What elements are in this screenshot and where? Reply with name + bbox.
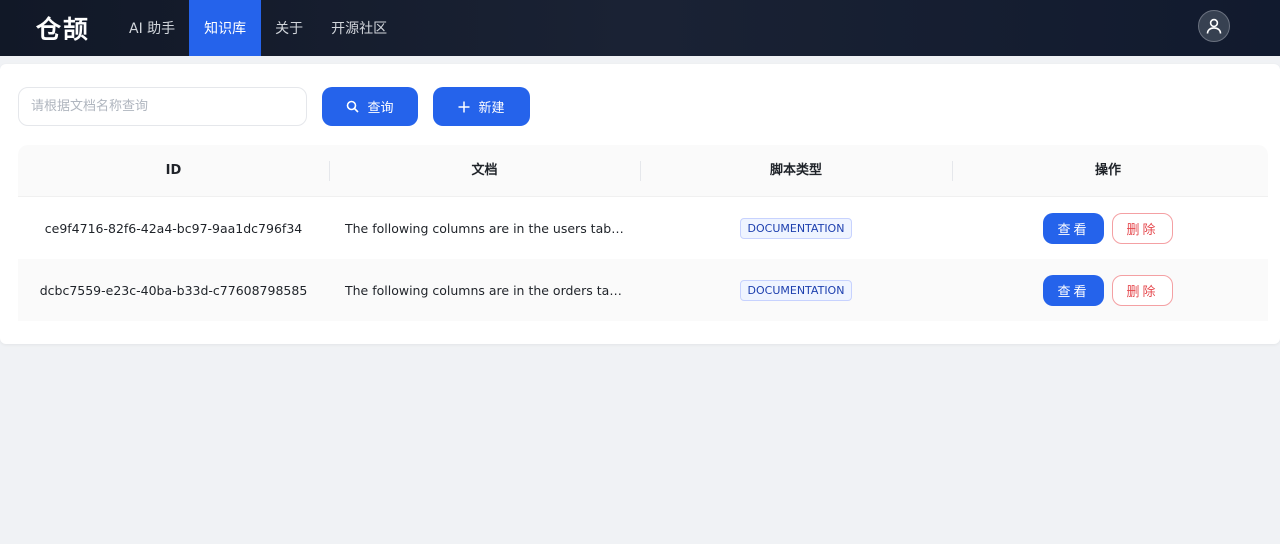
- query-button-label: 查询: [367, 101, 394, 116]
- nav-item-about[interactable]: 关于: [261, 0, 317, 56]
- user-avatar[interactable]: [1198, 10, 1230, 42]
- type-badge: DOCUMENTATION: [739, 279, 853, 301]
- query-button[interactable]: 查询: [322, 87, 418, 126]
- row-id: dcbc7559-e23c-40ba-b33d-c77608798585: [39, 282, 308, 298]
- delete-button[interactable]: 删除: [1112, 274, 1173, 306]
- top-navbar: 仓颉 AI 助手 知识库 关于 开源社区: [0, 0, 1280, 56]
- view-button[interactable]: 查看: [1043, 212, 1104, 244]
- documents-table: ID 文档 脚本类型 操作 ce9f4716-82f6-42a4-bc97-9a…: [18, 145, 1268, 321]
- new-document-button[interactable]: 新建: [433, 87, 530, 126]
- column-header-script-type: 脚本类型: [640, 145, 952, 197]
- table-row: ce9f4716-82f6-42a4-bc97-9aa1dc796f34 The…: [18, 197, 1268, 259]
- plus-icon: [458, 101, 470, 112]
- row-id: ce9f4716-82f6-42a4-bc97-9aa1dc796f34: [44, 220, 303, 236]
- row-document: The following columns are in the orders …: [345, 282, 640, 298]
- column-header-actions: 操作: [952, 145, 1264, 197]
- row-document: The following columns are in the users t…: [345, 220, 640, 236]
- table-header: ID 文档 脚本类型 操作: [18, 145, 1268, 197]
- row-type-cell: DOCUMENTATION: [640, 217, 952, 239]
- delete-button[interactable]: 删除: [1112, 212, 1173, 244]
- row-actions: 查看 删除: [952, 274, 1264, 306]
- nav-item-ai-assistant[interactable]: AI 助手: [115, 0, 189, 56]
- column-header-document: 文档: [329, 145, 640, 197]
- main-nav: AI 助手 知识库 关于 开源社区: [115, 0, 401, 56]
- column-header-id: ID: [165, 162, 182, 178]
- user-icon: [1206, 18, 1222, 34]
- view-button[interactable]: 查看: [1043, 274, 1104, 306]
- new-button-label: 新建: [478, 101, 505, 116]
- document-search-input[interactable]: [18, 87, 307, 126]
- nav-item-open-source-community[interactable]: 开源社区: [317, 0, 401, 56]
- knowledge-base-panel: 查询 新建 ID 文档 脚本类型 操作 ce9f4716-82f6-42a4-b…: [0, 64, 1280, 344]
- nav-item-knowledge-base[interactable]: 知识库: [189, 0, 262, 56]
- row-type-cell: DOCUMENTATION: [640, 279, 952, 301]
- app-logo[interactable]: 仓颉: [36, 10, 90, 46]
- type-badge: DOCUMENTATION: [739, 217, 853, 239]
- table-row: dcbc7559-e23c-40ba-b33d-c77608798585 The…: [18, 259, 1268, 321]
- row-actions: 查看 删除: [952, 212, 1264, 244]
- search-icon: [347, 100, 360, 113]
